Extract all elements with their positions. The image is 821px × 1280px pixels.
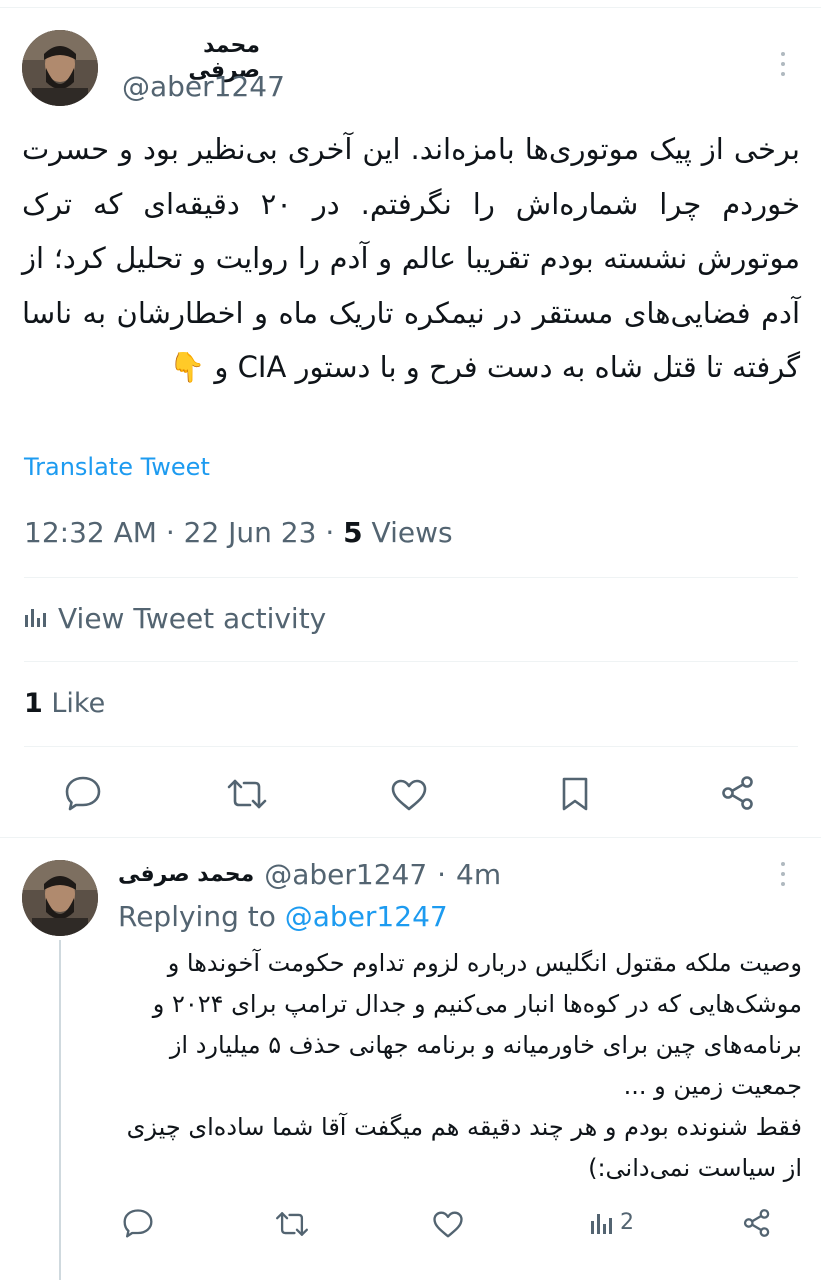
tweet-separator: [0, 837, 821, 838]
heart-icon[interactable]: [432, 1210, 464, 1239]
bookmark-icon[interactable]: [561, 776, 589, 812]
tweet-meta: 12:32 AM · 22 Jun 23 · 5 Views: [24, 516, 453, 549]
reply-avatar[interactable]: [22, 860, 98, 936]
translate-tweet-link[interactable]: Translate Tweet: [24, 453, 210, 481]
author-handle[interactable]: @aber1247: [122, 70, 285, 103]
reply-icon[interactable]: [64, 775, 102, 811]
tweet-date[interactable]: 22 Jun 23: [184, 516, 317, 549]
separator-dot: ·: [437, 858, 447, 891]
divider: [24, 577, 798, 578]
view-tweet-activity-button[interactable]: View Tweet activity: [24, 602, 326, 635]
likes-count: 1: [24, 688, 43, 719]
divider: [24, 746, 798, 747]
replying-to-label: Replying to: [118, 900, 276, 933]
replying-to: Replying to @aber1247: [118, 900, 448, 933]
share-icon[interactable]: [743, 1208, 771, 1238]
retweet-icon[interactable]: [274, 1210, 310, 1238]
thread-line: [59, 940, 61, 1280]
share-icon[interactable]: [721, 775, 755, 811]
analytics-icon: [24, 602, 48, 635]
likes-summary[interactable]: 1 Like: [24, 688, 105, 719]
replying-to-handle[interactable]: @aber1247: [285, 900, 448, 933]
likes-label: Like: [51, 688, 106, 719]
views-count: 5: [343, 516, 363, 549]
analytics-icon: [590, 1211, 614, 1235]
more-vertical-icon[interactable]: [779, 862, 787, 886]
reply-age[interactable]: 4m: [456, 858, 501, 891]
views-button[interactable]: 2: [590, 1210, 634, 1235]
heart-icon[interactable]: [390, 778, 428, 812]
reply-paragraph: فقط شنونده بودم و هر چند دقیقه هم میگفت …: [126, 1113, 802, 1182]
tweet-time[interactable]: 12:32 AM: [24, 516, 157, 549]
reply-icon[interactable]: [122, 1208, 154, 1238]
reply-views-count: 2: [620, 1210, 634, 1235]
avatar[interactable]: [22, 30, 98, 106]
more-vertical-icon[interactable]: [779, 52, 787, 76]
top-divider: [0, 7, 821, 8]
reply-text: وصیت ملکه مقتول انگلیس درباره لزوم تداوم…: [116, 943, 802, 1189]
separator-dot: ·: [325, 516, 335, 549]
retweet-icon[interactable]: [226, 777, 268, 811]
view-tweet-activity-label: View Tweet activity: [58, 602, 327, 635]
divider: [24, 661, 798, 662]
reply-header: محمد صرفی @aber1247 · 4m: [118, 858, 501, 891]
views-label: Views: [371, 516, 453, 549]
separator-dot: ·: [165, 516, 175, 549]
reply-paragraph: وصیت ملکه مقتول انگلیس درباره لزوم تداوم…: [152, 949, 802, 1100]
tweet-text: برخی از پیک موتوری‌ها بامزه‌اند. این آخر…: [22, 132, 800, 384]
reply-author-handle[interactable]: @aber1247: [264, 858, 427, 891]
reply-author-name[interactable]: محمد صرفی: [118, 862, 254, 887]
